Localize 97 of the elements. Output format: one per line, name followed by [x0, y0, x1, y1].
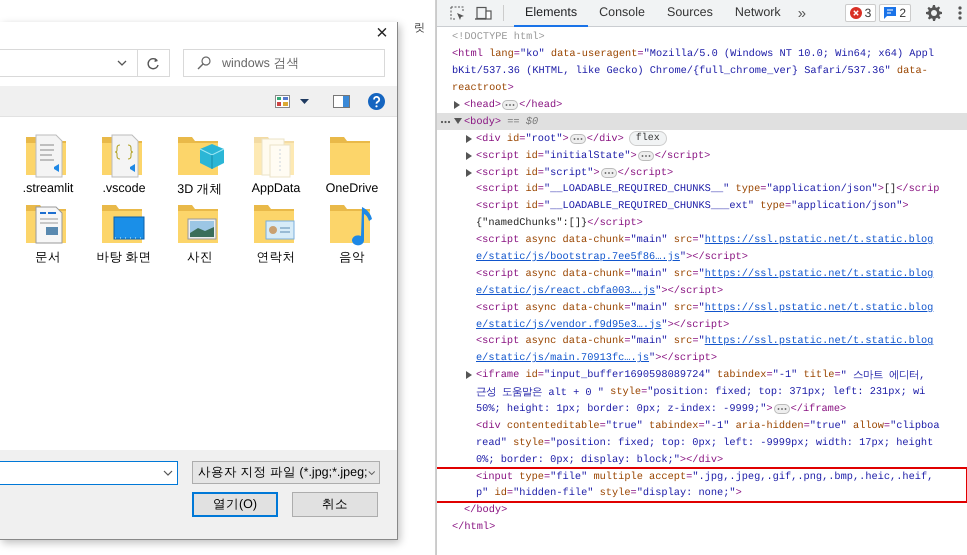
code-line: <div id="root"> </div> flex	[476, 131, 667, 146]
folder-item[interactable]: .vscode	[86, 131, 162, 199]
code-line: e/static/js/main.70913fc….js"></script>	[476, 352, 718, 364]
folder-item[interactable]: 사진	[162, 199, 238, 267]
code-line: <script id="__LOADABLE_REQUIRED_CHUNKS__" type="application/json">[]</scrip	[476, 183, 940, 196]
collapsed-triangle-icon[interactable]	[466, 152, 474, 160]
collapsed-content-icon	[774, 404, 790, 414]
selected-row[interactable]: <body> == $0	[437, 113, 967, 130]
dialog-button[interactable]: 취소	[292, 492, 378, 517]
refresh-icon	[147, 56, 160, 70]
device-icon	[475, 6, 492, 20]
message-count-button[interactable]: 2	[879, 4, 911, 22]
collapsed-triangle-icon[interactable]	[466, 168, 474, 177]
dialog-button[interactable]: 열기(O)	[192, 492, 278, 517]
code-line: read" style="position: fixed; top: 0px; left: -9999px; width: 17px; height	[476, 436, 934, 449]
code-line: e/static/js/bootstrap.7ee5f86….js"></script>	[476, 251, 748, 264]
settings-icon	[926, 5, 942, 21]
folder-label: AppData	[252, 181, 300, 195]
code-line: <script id="__LOADABLE_REQUIRED_CHUNKS___ext" type="application/json">	[476, 200, 909, 212]
folder-label: 연락처	[256, 249, 296, 266]
folder-label: 바탕 화면	[96, 249, 152, 266]
help-icon	[368, 92, 385, 110]
code-line: <script async data-chunk="main" src="https://ssl.pstatic.net/t.static.blog	[476, 335, 934, 348]
code-line: <script async data-chunk="main" src="https://ssl.pstatic.net/t.static.blog	[476, 268, 934, 280]
collapsed-triangle-icon[interactable]	[466, 371, 474, 380]
code-line: p" id="hidden-file" style="display: none;">	[476, 487, 742, 500]
message-icon	[884, 7, 896, 19]
chevron-down-icon	[368, 470, 375, 476]
preview-pane-icon	[333, 94, 350, 108]
folder-label: 문서	[35, 249, 61, 266]
code-line: e/static/js/vendor.f9d95e3….js"></script>	[476, 318, 730, 331]
code-line: 근성 도움말은 alt + 0 " style="position: fixed; top: 371px; left: 231px; wi	[476, 385, 926, 400]
code-line: e/static/js/react.cbfa003….js"></script>	[476, 284, 724, 297]
chevron-down-icon	[117, 60, 127, 66]
code-line: 50%; height: 1px; border: 0px; z-index: -9999;"> </iframe>	[476, 403, 846, 416]
code-line: <script id="initialState"> </script>	[476, 150, 710, 162]
folder-item[interactable]: AppData	[238, 131, 314, 199]
code-line: <input type="file" multiple accept=".jpg,.jpeg,.gif,.png,.bmp,.heic,.heif,	[476, 470, 934, 483]
folder-label: .vscode	[102, 181, 146, 195]
error-count-button[interactable]: 3	[844, 4, 876, 22]
code-line: reactroot>	[452, 82, 514, 94]
code-line: <div contenteditable="true" tabindex="-1" aria-hidden="true" allow="clipboa	[476, 420, 940, 432]
devtools-tab[interactable]: Elements	[514, 0, 588, 26]
folder-item[interactable]: 연락처	[238, 199, 314, 267]
collapsed-content-icon	[600, 168, 617, 178]
folder-label: 사진	[187, 249, 213, 266]
dots-icon	[440, 118, 451, 125]
search-icon	[197, 56, 211, 70]
kebab-menu-icon	[958, 6, 962, 20]
code-line: bKit/537.36 (KHTML, like Gecko) Chrome/{full_chrome_ver} Safari/537.36" data-	[452, 65, 928, 78]
search-field[interactable]: windows 검색	[183, 49, 385, 77]
folder-label: OneDrive	[326, 181, 378, 195]
collapsed-triangle-icon[interactable]	[454, 101, 462, 109]
folder-item[interactable]: OneDrive	[314, 131, 390, 199]
devtools-tab[interactable]: Network	[724, 0, 792, 26]
code-line: {"namedChunks":[]}</script>	[476, 217, 643, 230]
folder-label: 음악	[339, 249, 365, 266]
inspect-cursor-icon	[450, 6, 465, 20]
folder-item[interactable]: .streamlit	[10, 131, 86, 199]
view-button[interactable]	[275, 94, 290, 108]
collapsed-content-icon	[638, 150, 654, 161]
code-line: <html lang="ko" data-useragent="Mozilla/5.0 (Windows NT 10.0; Win64; x64) Appl	[452, 48, 934, 60]
expanded-triangle-icon[interactable]	[454, 118, 462, 126]
code-line: <script async data-chunk="main" src="https://ssl.pstatic.net/t.static.blog	[476, 234, 934, 246]
folder-label: .streamlit	[22, 181, 74, 195]
collapsed-content-icon	[502, 100, 518, 110]
collapsed-triangle-icon[interactable]	[466, 134, 474, 143]
view-menu-button[interactable]	[300, 98, 309, 104]
code-line: <body> == $0	[464, 116, 538, 128]
folder-item[interactable]: 음악	[314, 199, 390, 267]
address-field[interactable]	[0, 49, 170, 77]
view-icon	[275, 94, 290, 108]
code-line: <iframe id="input_buffer1690598089724" tabindex="-1" title=" 스마트 에디터,	[476, 368, 926, 382]
code-line: <script async data-chunk="main" src="https://ssl.pstatic.net/t.static.blog	[476, 302, 934, 314]
code-line: <script id="script"> </script>	[476, 166, 674, 179]
collapsed-content-icon	[570, 134, 586, 144]
page-text: 릿	[414, 21, 425, 35]
help-button[interactable]	[368, 92, 385, 110]
folder-item[interactable]: 문서	[10, 199, 86, 267]
preview-pane-button[interactable]	[333, 94, 350, 108]
code-line: <!DOCTYPE html>	[452, 31, 545, 44]
code-line: <head> </head>	[464, 99, 562, 111]
code-line: 0%; border: 0px; display: block;"></div>	[476, 454, 724, 466]
code-line: </html>	[452, 521, 496, 534]
file-name-field[interactable]	[0, 461, 178, 485]
caret-down-icon	[300, 98, 309, 104]
close-button[interactable]: ×	[367, 22, 397, 44]
more-tabs-button[interactable]: »	[792, 4, 812, 22]
file-type-dropdown[interactable]: 사용자 지정 파일 (*.jpg;*.jpeg;	[192, 461, 380, 484]
code-line: </body>	[464, 504, 508, 516]
devtools-tab[interactable]: Console	[588, 0, 656, 26]
devtools-tab[interactable]: Sources	[656, 0, 724, 26]
chevron-down-icon	[163, 470, 173, 476]
error-icon	[850, 7, 862, 19]
folder-label: 3D 개체	[177, 181, 223, 198]
folder-item[interactable]: 3D 개체	[162, 131, 238, 199]
folder-item[interactable]: 바탕 화면	[86, 199, 162, 267]
